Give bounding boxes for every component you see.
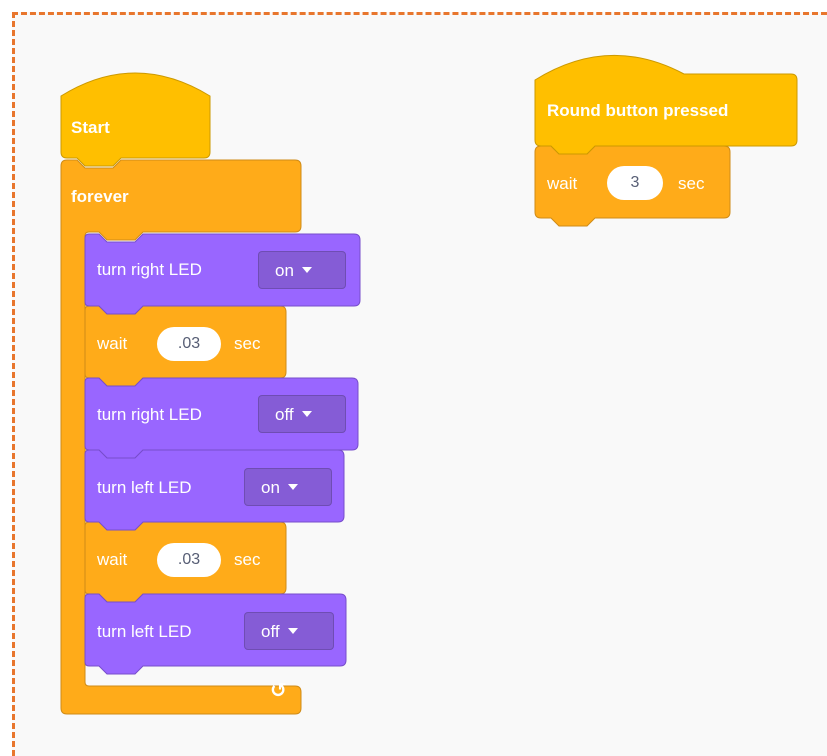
- led-state-dropdown[interactable]: on: [258, 251, 346, 289]
- led-state-dropdown[interactable]: on: [244, 468, 332, 506]
- dropdown-value: off: [275, 405, 294, 424]
- script-canvas[interactable]: Start forever turn right LED on wait .03…: [0, 0, 827, 756]
- forever-label: forever: [71, 187, 129, 206]
- caret-down-icon: [287, 627, 298, 634]
- wait-label: wait: [97, 334, 128, 353]
- turn-right-led-label: turn right LED: [97, 260, 202, 279]
- caret-down-icon: [301, 410, 312, 417]
- led-state-dropdown[interactable]: off: [244, 612, 334, 650]
- dropdown-value: on: [261, 478, 280, 497]
- start-hat-label: Start: [71, 118, 110, 137]
- wait-seconds-input[interactable]: 3: [607, 166, 663, 200]
- caret-down-icon: [301, 266, 312, 273]
- dropdown-value: on: [275, 261, 294, 280]
- turn-left-led-label: turn left LED: [97, 622, 192, 641]
- led-state-dropdown[interactable]: off: [258, 395, 346, 433]
- sec-label: sec: [234, 550, 261, 569]
- caret-down-icon: [287, 483, 298, 490]
- round-button-hat-label: Round button pressed: [547, 101, 729, 120]
- wait-seconds-input[interactable]: .03: [157, 327, 221, 361]
- wait-seconds-input[interactable]: .03: [157, 543, 221, 577]
- sec-label: sec: [234, 334, 261, 353]
- turn-right-led-label: turn right LED: [97, 405, 202, 424]
- turn-left-led-label: turn left LED: [97, 478, 192, 497]
- wait-label: wait: [97, 550, 128, 569]
- loop-arrow-icon: ↺: [270, 680, 287, 702]
- wait-label: wait: [547, 174, 578, 193]
- sec-label: sec: [678, 174, 705, 193]
- dropdown-value: off: [261, 622, 280, 641]
